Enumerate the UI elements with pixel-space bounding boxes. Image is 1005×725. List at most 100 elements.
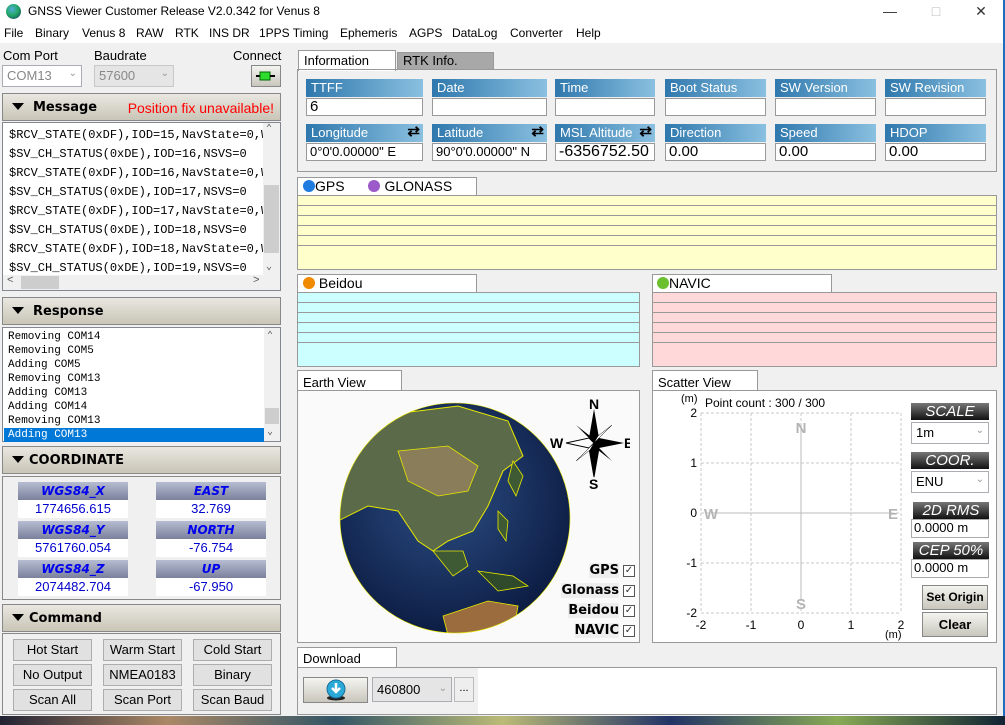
menu-insdr[interactable]: INS DR [209,26,250,40]
tab-navic[interactable]: NAVIC [652,274,832,293]
menu-file[interactable]: File [4,26,23,40]
2d-rms-label: 2D RMS [913,502,989,519]
toggle-format-icon[interactable]: ⇄ [407,123,420,141]
message-line[interactable]: $SV_CH_STATUS(0xDE),IOD=16,NSVS=0 [9,145,263,164]
coor-select[interactable]: ENU ⌄ [911,471,989,493]
message-line[interactable]: $RCV_STATE(0xDF),IOD=16,NavState=0,W [9,164,263,183]
message-line[interactable]: $SV_CH_STATUS(0xDE),IOD=18,NSVS=0 [9,221,263,240]
download-button[interactable] [303,677,368,703]
menu-help[interactable]: Help [576,26,601,40]
browse-button[interactable]: ... [454,677,474,702]
earth-filter-beidou[interactable]: Beidou ✓ [561,603,635,620]
menu-binary[interactable]: Binary [35,26,69,40]
response-line[interactable]: Removing COM14 [4,330,264,344]
tab-rtk-info[interactable]: RTK Info. [397,52,494,69]
toggle-format-icon[interactable]: ⇄ [531,123,544,141]
tab-earth-view[interactable]: Earth View [297,370,402,392]
toggle-format-icon[interactable]: ⇄ [639,123,652,141]
checkbox-icon[interactable]: ✓ [623,584,635,597]
earth-filter-gps[interactable]: GPS ✓ [561,563,635,580]
menu-raw[interactable]: RAW [136,26,164,40]
scroll-left-icon[interactable]: < [7,275,14,287]
gps-glonass-snr-panel [297,195,997,270]
warm-start-button[interactable]: Warm Start [103,639,182,661]
response-header[interactable]: Response [2,297,281,325]
earth-filter-glonass[interactable]: Glonass ✓ [561,583,635,600]
message-line[interactable]: $SV_CH_STATUS(0xDE),IOD=17,NSVS=0 [9,183,263,202]
collapse-icon [12,103,24,110]
menu-agps[interactable]: AGPS [409,26,442,40]
nmea0183-button[interactable]: NMEA0183 [103,664,182,686]
msl-altitude-value: -6356752.50 [555,143,655,161]
earth-filter-navic[interactable]: NAVIC ✓ [561,623,635,640]
clear-button[interactable]: Clear [922,612,988,637]
menu-venus8[interactable]: Venus 8 [82,26,125,40]
coordinate-header[interactable]: COORDINATE [2,446,281,474]
checkbox-icon[interactable]: ✓ [623,604,635,617]
scroll-down-icon[interactable]: ⌄ [266,261,272,273]
baudrate-select[interactable]: 57600 ⌄ [94,65,174,87]
download-baud-select[interactable]: 460800 ⌄ [372,677,452,702]
connect-button[interactable] [251,65,281,87]
tab-gps-glonass[interactable]: GPS GLONASS [297,177,477,196]
set-origin-button[interactable]: Set Origin [922,585,988,610]
response-line[interactable]: Adding COM13 [4,386,264,400]
response-line[interactable]: Removing COM13 [4,414,264,428]
close-button[interactable]: ✕ [958,0,1004,23]
menu-datalog[interactable]: DataLog [452,26,497,40]
maximize-button[interactable]: □ [913,0,959,23]
checkbox-icon[interactable]: ✓ [623,624,635,637]
menu-rtk[interactable]: RTK [175,26,199,40]
response-line[interactable]: Adding COM14 [4,400,264,414]
message-header[interactable]: Message Position fix unavailable! [2,93,281,121]
scale-label: SCALE [911,403,989,420]
menu-1pps-timing[interactable]: 1PPS Timing [259,26,328,40]
scan-port-button[interactable]: Scan Port [103,689,182,711]
scroll-thumb[interactable] [264,185,279,253]
speed-value: 0.00 [775,143,876,161]
response-line[interactable]: Removing COM13 [4,372,264,386]
checkbox-icon[interactable]: ✓ [623,564,635,577]
scroll-thumb[interactable] [265,408,279,424]
message-vscrollbar[interactable]: ⌃ ⌄ [263,123,280,275]
scroll-down-icon[interactable]: ⌄ [267,426,273,438]
scan-all-button[interactable]: Scan All [13,689,92,711]
response-list[interactable]: Removing COM14 Removing COM5 Adding COM5 Re… [2,327,281,442]
response-line[interactable]: Adding COM13 [4,428,264,442]
y-tick-label: 2 [690,406,697,420]
tab-scatter-view[interactable]: Scatter View [652,370,758,392]
scroll-up-icon[interactable]: ⌃ [267,330,273,342]
message-list[interactable]: $RCV_STATE(0xDF),IOD=15,NavState=0,W $SV_… [2,122,281,291]
x-tick-label: -2 [696,618,707,632]
menu-converter[interactable]: Converter [510,26,563,40]
hscroll-thumb[interactable] [21,276,59,289]
menu-ephemeris[interactable]: Ephemeris [340,26,397,40]
scatter-plot[interactable]: 210-1-2-2 -1 0 1 2NSW E [653,391,908,643]
tab-information[interactable]: Information [298,50,396,71]
message-line[interactable]: $RCV_STATE(0xDF),IOD=18,NavState=0,W [9,240,263,259]
message-line[interactable]: $RCV_STATE(0xDF),IOD=17,NavState=0,W [9,202,263,221]
com-port-select[interactable]: COM13 ⌄ [2,65,82,87]
scroll-right-icon[interactable]: > [253,275,260,287]
cold-start-button[interactable]: Cold Start [193,639,272,661]
no-output-button[interactable]: No Output [13,664,92,686]
response-line[interactable]: Adding COM5 [4,358,264,372]
tab-download[interactable]: Download [297,647,397,669]
message-hscrollbar[interactable]: < > [3,275,280,290]
message-line[interactable]: $RCV_STATE(0xDF),IOD=15,NavState=0,W [9,126,263,145]
ttff-label-text: TTFF [311,80,343,95]
chevron-down-icon: ⌄ [438,683,447,694]
response-line[interactable]: Removing COM5 [4,344,264,358]
msl-altitude-label-text: MSL Altitude [560,125,633,140]
scale-select[interactable]: 1m ⌄ [911,422,989,444]
response-vscrollbar[interactable]: ⌃ ⌄ [264,328,280,441]
scroll-up-icon[interactable]: ⌃ [266,123,272,135]
earth-globe[interactable] [338,401,572,635]
binary-button[interactable]: Binary [193,664,272,686]
sw-version-value [775,98,876,116]
command-header[interactable]: Command [2,604,281,632]
scan-baud-button[interactable]: Scan Baud [193,689,272,711]
tab-beidou[interactable]: Beidou [297,274,477,293]
minimize-button[interactable]: — [867,0,913,23]
hot-start-button[interactable]: Hot Start [13,639,92,661]
